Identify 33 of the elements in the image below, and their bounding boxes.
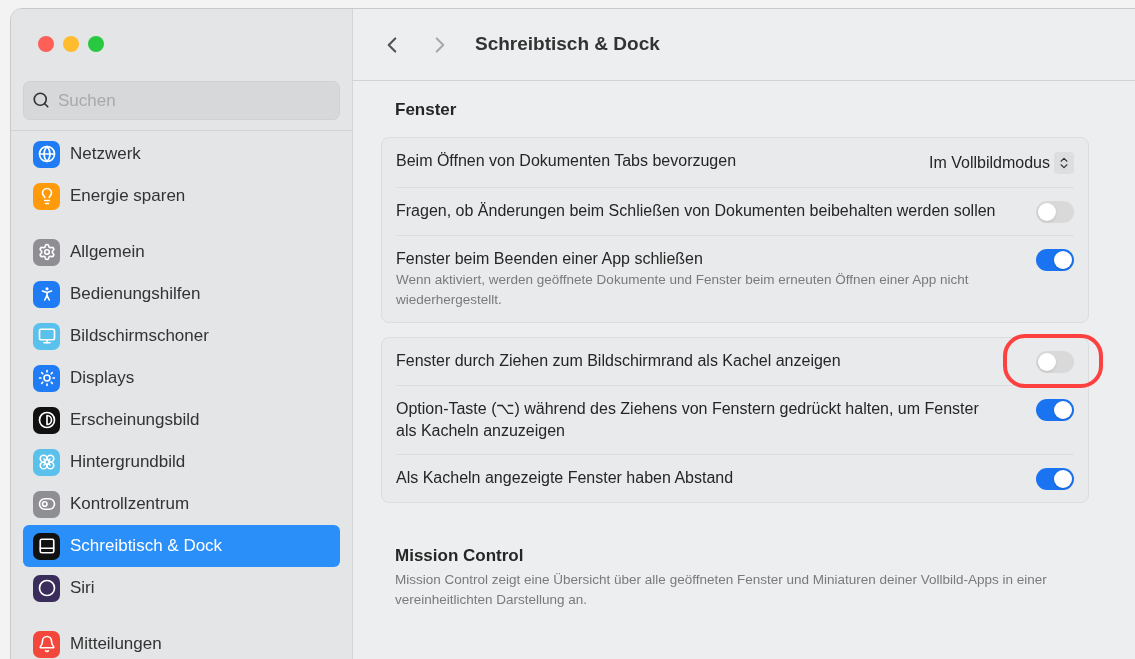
zoom-button[interactable] — [88, 36, 104, 52]
toggle-switch[interactable] — [1036, 350, 1074, 373]
section-heading: Fenster — [394, 99, 458, 121]
toggle-switch[interactable] — [1036, 398, 1074, 421]
setting-label: Als Kacheln angezeigte Fenster haben Abstand — [396, 467, 734, 488]
setting-description: Wenn aktiviert, werden geöffnete Dokumente und Fenster beim erneuten Öffnen einer App nicht wiederhergestellt. — [396, 270, 970, 309]
toggle-switch[interactable] — [1036, 200, 1074, 223]
section-description: Mission Control zeigt eine Übersicht über alle geöffneten Fenster und Miniaturen deiner Vollbild-Apps in einer vereinheitlichten Darstellung an. — [394, 571, 1048, 609]
sidebar-item[interactable]: Siri — [23, 567, 340, 609]
sidebar-item[interactable]: Bedienungshilfen — [23, 273, 340, 315]
sidebar-item[interactable]: Mitteilungen — [23, 623, 340, 659]
close-button[interactable] — [38, 36, 54, 52]
setting-label: Option-Taste (⌥) während des Ziehens von Fenstern gedrückt halten, um Fenster als Kacheln anzuzeigen — [396, 398, 980, 441]
search-icon — [32, 91, 50, 109]
window-title: Schreibtisch & Dock — [475, 32, 660, 57]
sidebar-item[interactable]: Allgemein — [23, 231, 340, 273]
setting-label: Fenster beim Beenden einer App schließen — [396, 248, 704, 269]
minimize-button[interactable] — [63, 36, 79, 52]
mode-dropdown[interactable]: Im Vollbildmodus — [929, 150, 1074, 175]
sidebar-item[interactable]: Kontrollzentrum — [23, 483, 340, 525]
sidebar-item[interactable]: Bildschirmschoner — [23, 315, 340, 357]
toggle-switch[interactable] — [1036, 248, 1074, 271]
setting-label: Fragen, ob Änderungen beim Schließen von Dokumenten beibehalten werden sollen — [396, 200, 996, 221]
sidebar-item[interactable]: Erscheinungsbild — [23, 399, 340, 441]
setting-label: Beim Öffnen von Dokumenten Tabs bevorzugen — [396, 150, 737, 171]
toggle-switch[interactable] — [1036, 467, 1074, 490]
stepper-icon — [1054, 151, 1074, 174]
setting-label: Fenster durch Ziehen zum Bildschirmrand als Kachel anzeigen — [396, 350, 841, 371]
sidebar-item[interactable]: Netzwerk — [23, 133, 340, 175]
sidebar-item[interactable]: Hintergrundbild — [23, 441, 340, 483]
sidebar-item[interactable]: Energie sparen — [23, 175, 340, 217]
section-heading: Mission Control — [394, 544, 525, 567]
sidebar-item[interactable]: Displays — [23, 357, 340, 399]
